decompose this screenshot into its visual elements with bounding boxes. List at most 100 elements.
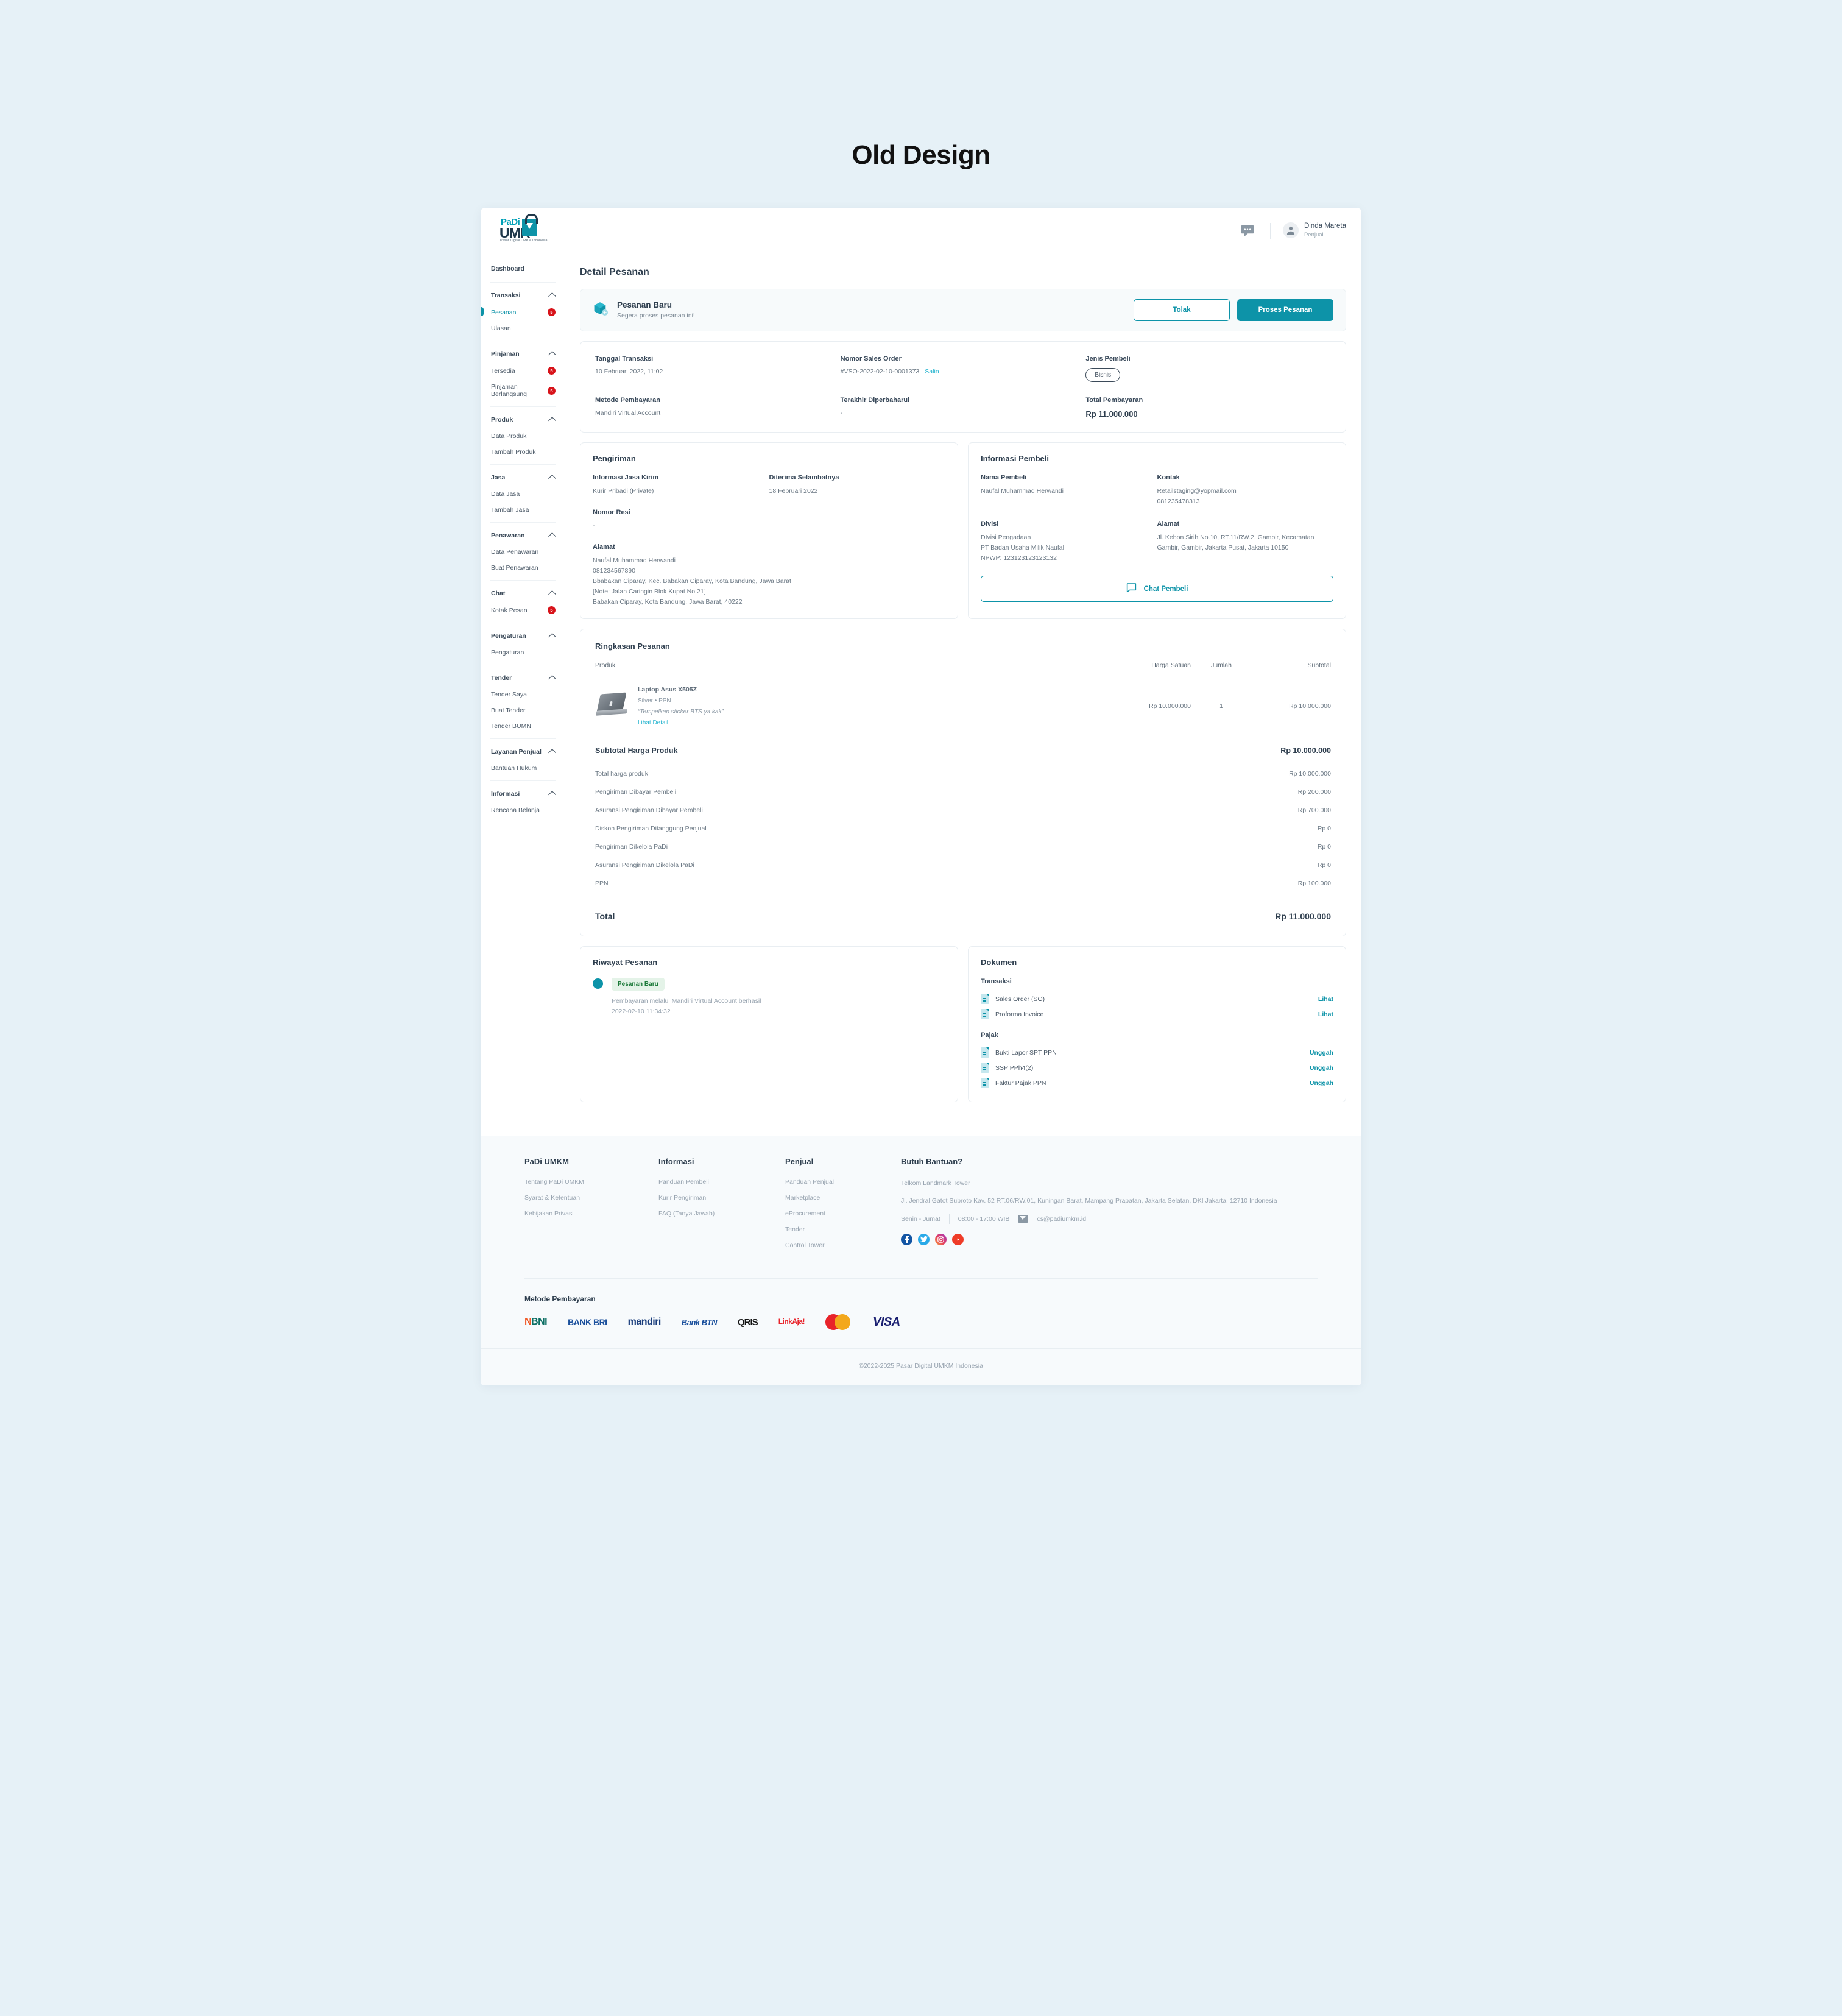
- footer-link[interactable]: Syarat & Ketentuan: [524, 1194, 658, 1201]
- footer-link[interactable]: Tentang PaDi UMKM: [524, 1178, 658, 1186]
- shipping-address-value: Naufal Muhammad Herwandi 081234567890 Bb…: [593, 557, 791, 606]
- sidebar-group-label: Penawaran: [491, 532, 525, 539]
- document-action-unggah[interactable]: Unggah: [1310, 1049, 1333, 1056]
- reject-order-button[interactable]: Tolak: [1134, 299, 1230, 321]
- sidebar-group: Produk Data Produk Tambah Produk: [481, 411, 565, 460]
- help-email[interactable]: cs@padiumkm.id: [1037, 1215, 1086, 1223]
- chat-buyer-button[interactable]: Chat Pembeli: [981, 576, 1333, 602]
- footer-link[interactable]: eProcurement: [785, 1210, 901, 1217]
- grand-total-label: Total: [595, 911, 615, 921]
- sidebar-item-ulasan[interactable]: Ulasan: [490, 320, 556, 336]
- sidebar-item-label: Buat Penawaran: [491, 564, 538, 571]
- sidebar-item-label: Ulasan: [491, 325, 511, 332]
- twitter-icon[interactable]: [918, 1233, 930, 1245]
- help-address: Jl. Jendral Gatot Subroto Kav. 52 RT.06/…: [901, 1197, 1277, 1205]
- sidebar-group-header-pinjaman[interactable]: Pinjaman: [490, 345, 556, 363]
- footer-column-informasi: Informasi Panduan Pembeli Kurir Pengirima…: [658, 1157, 785, 1257]
- sidebar-group: Layanan Penjual Bantuan Hukum: [481, 743, 565, 776]
- buyer-contact-value: Retailstaging@yopmail.com 081235478313: [1157, 487, 1237, 505]
- sidebar-item-bantuan-hukum[interactable]: Bantuan Hukum: [490, 760, 556, 776]
- chevron-up-icon: [548, 417, 556, 425]
- sidebar-group-header-chat[interactable]: Chat: [490, 585, 556, 602]
- sidebar-group: Penawaran Data Penawaran Buat Penawaran: [481, 527, 565, 576]
- documents-title: Dokumen: [981, 958, 1017, 967]
- view-detail-link[interactable]: Lihat Detail: [638, 720, 724, 726]
- resi-value: -: [593, 522, 595, 529]
- sidebar-item-pengaturan[interactable]: Pengaturan: [490, 645, 556, 660]
- sidebar-group: Chat Kotak Pesan 5: [481, 585, 565, 618]
- footer-link[interactable]: Tender: [785, 1226, 901, 1233]
- document-action-unggah[interactable]: Unggah: [1310, 1064, 1333, 1072]
- padi-umkm-logo[interactable]: PaDi UMK Pasar Digital UMKM Indonesia: [499, 213, 548, 245]
- sidebar-item-data-penawaran[interactable]: Data Penawaran: [490, 544, 556, 560]
- sidebar-group-header-jasa[interactable]: Jasa: [490, 469, 556, 486]
- chat-bubble-icon[interactable]: [1238, 222, 1257, 240]
- youtube-icon[interactable]: [952, 1233, 964, 1245]
- process-order-button[interactable]: Proses Pesanan: [1237, 299, 1333, 321]
- sidebar-group-header-informasi[interactable]: Informasi: [490, 785, 556, 802]
- sidebar-item-data-produk[interactable]: Data Produk: [490, 428, 556, 444]
- sidebar-group-header-penawaran[interactable]: Penawaran: [490, 527, 556, 544]
- footer-link[interactable]: Kebijakan Privasi: [524, 1210, 658, 1217]
- info-field-value: #VSO-2022-02-10-0001373 Salin: [840, 368, 939, 375]
- courier-label: Informasi Jasa Kirim: [593, 474, 659, 481]
- document-row: Sales Order (SO) Lihat: [981, 991, 1333, 1006]
- sidebar-item-tambah-produk[interactable]: Tambah Produk: [490, 444, 556, 460]
- footer-link[interactable]: Control Tower: [785, 1242, 901, 1249]
- total-line-label: Pengiriman Dibayar Pembeli: [595, 788, 677, 796]
- sidebar-group-header-layanan-penjual[interactable]: Layanan Penjual: [490, 743, 556, 760]
- sidebar-group-header-tender[interactable]: Tender: [490, 670, 556, 687]
- topbar-divider: [1269, 222, 1271, 239]
- table-row: Laptop Asus X505Z Silver • PPN “Tempelkan …: [595, 677, 1331, 735]
- document-action-lihat[interactable]: Lihat: [1318, 996, 1333, 1003]
- document-action-lihat[interactable]: Lihat: [1318, 1011, 1333, 1018]
- info-field-label: Metode Pembayaran: [595, 397, 660, 404]
- user-menu[interactable]: Dinda Mareta Penjual: [1282, 222, 1346, 239]
- sidebar-item-tender-bumn[interactable]: Tender BUMN: [490, 718, 556, 734]
- sidebar-group-header-transaksi[interactable]: Transaksi: [490, 287, 556, 304]
- instagram-icon[interactable]: [935, 1233, 947, 1245]
- total-line-value: Rp 100.000: [1297, 880, 1331, 887]
- sidebar-item-tersedia[interactable]: Tersedia 5: [490, 363, 556, 379]
- footer-link[interactable]: FAQ (Tanya Jawab): [658, 1210, 785, 1217]
- visa-logo: VISA: [873, 1315, 900, 1329]
- product-meta: Laptop Asus X505Z Silver • PPN “Tempelkan …: [638, 686, 724, 726]
- sidebar-item-pesanan[interactable]: Pesanan 5: [481, 304, 556, 320]
- sidebar-item-kotak-pesan[interactable]: Kotak Pesan 5: [490, 602, 556, 618]
- footer-link[interactable]: Marketplace: [785, 1194, 901, 1201]
- info-field-label: Jenis Pembeli: [1085, 355, 1131, 363]
- sidebar-item-buat-penawaran[interactable]: Buat Penawaran: [490, 560, 556, 576]
- order-status-subtitle: Segera proses pesanan ini!: [617, 311, 695, 319]
- document-action-unggah[interactable]: Unggah: [1310, 1080, 1333, 1087]
- total-line: Diskon Pengiriman Ditanggung Penjual Rp 0: [595, 819, 1331, 838]
- chat-icon: [1126, 583, 1137, 595]
- sidebar-group-header-pengaturan[interactable]: Pengaturan: [490, 628, 556, 645]
- sidebar-group-header-produk[interactable]: Produk: [490, 411, 556, 428]
- sidebar-item-tender-saya[interactable]: Tender Saya: [490, 687, 556, 702]
- quantity: 1: [1219, 702, 1223, 710]
- copy-link[interactable]: Salin: [925, 368, 939, 375]
- sidebar-item-label: Pesanan: [491, 308, 517, 316]
- sidebar-item-label: Tender BUMN: [491, 723, 531, 730]
- product-name: Laptop Asus X505Z: [638, 686, 697, 693]
- sidebar-group-label: Pinjaman: [491, 350, 520, 358]
- info-field: Jenis Pembeli Bisnis: [1085, 355, 1331, 382]
- facebook-icon[interactable]: [901, 1233, 912, 1245]
- sidebar-item-tambah-jasa[interactable]: Tambah Jasa: [490, 502, 556, 518]
- help-days: Senin - Jumat: [901, 1215, 940, 1223]
- footer-link[interactable]: Panduan Penjual: [785, 1178, 901, 1186]
- subtotal-value: Rp 10.000.000: [1280, 746, 1331, 755]
- buyer-contact-label: Kontak: [1157, 474, 1180, 481]
- sidebar-divider: [490, 738, 556, 739]
- document-name: Bukti Lapor SPT PPN: [995, 1049, 1057, 1056]
- btn-bank-logo: Bank BTN: [681, 1317, 718, 1327]
- info-field-label: Tanggal Transaksi: [595, 355, 654, 363]
- sidebar-item-pinjaman-berlangsung[interactable]: Pinjaman Berlangsung 5: [490, 379, 556, 402]
- sidebar-item-data-jasa[interactable]: Data Jasa: [490, 486, 556, 502]
- sidebar-item-rencana-belanja[interactable]: Rencana Belanja: [490, 802, 556, 818]
- footer-link[interactable]: Kurir Pengiriman: [658, 1194, 785, 1201]
- sidebar-item-dashboard[interactable]: Dashboard: [490, 260, 556, 278]
- logo-tagline: Pasar Digital UMKM Indonesia: [500, 238, 548, 242]
- footer-link[interactable]: Panduan Pembeli: [658, 1178, 785, 1186]
- sidebar-item-buat-tender[interactable]: Buat Tender: [490, 702, 556, 718]
